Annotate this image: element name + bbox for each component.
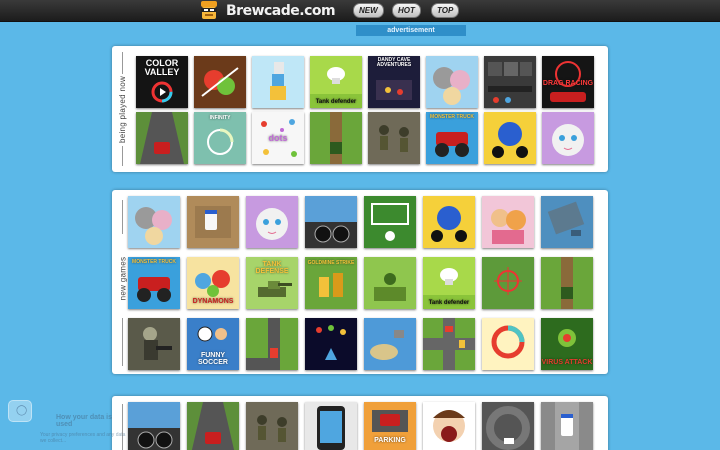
game-tile-caption: Tank defender <box>428 300 470 306</box>
game-tile-color-valley[interactable]: COLOR VALLEY <box>136 56 188 108</box>
site-logo[interactable]: Brewcade.com <box>198 0 336 22</box>
cookie-message: How your data is used Your privacy prefe… <box>40 414 128 448</box>
game-tile-dots-game[interactable]: dots <box>252 112 304 164</box>
game-tile-block-puzzle[interactable] <box>484 56 536 108</box>
side-divider <box>122 318 123 366</box>
game-tile-caption: Tank defender <box>315 99 357 105</box>
game-tile-traffic-control[interactable] <box>423 318 475 370</box>
game-tile-caption: GOLDMINE STRIKE <box>307 260 355 266</box>
game-tile-caption: VIRUS ATTACK <box>541 359 593 366</box>
game-tile-fruit-slice[interactable] <box>194 56 246 108</box>
game-tile-rooftop[interactable] <box>541 196 593 248</box>
game-tile-tank-field[interactable] <box>541 257 593 309</box>
game-tile-soldiers[interactable] <box>246 402 298 450</box>
game-tile-road-turn[interactable] <box>246 318 298 370</box>
logo-icon <box>198 0 220 22</box>
game-tile-caption: COLOR VALLEY <box>144 58 180 77</box>
side-divider <box>122 146 123 166</box>
site-name: Brewcade.com <box>226 3 336 19</box>
game-tile-island-war[interactable] <box>364 318 416 370</box>
game-tile-caption: MONSTER TRUCK <box>430 114 474 120</box>
game-tile-monster-truck[interactable]: MONSTER TRUCK <box>128 257 180 309</box>
game-tile-sniper-field[interactable] <box>482 257 534 309</box>
game-tile-tank-defender[interactable]: Tank defender <box>310 56 362 108</box>
game-tile-car-dashboard[interactable] <box>305 196 357 248</box>
game-tile-funny-soccer[interactable]: FUNNY SOCCER <box>187 318 239 370</box>
game-tile-drag-racing[interactable]: DRAG RACING <box>542 56 594 108</box>
game-tile-caption: DYNAMONS <box>192 298 234 305</box>
game-tile-monster-truck[interactable]: MONSTER TRUCK <box>426 112 478 164</box>
game-tile-caption: DRAG RACING <box>542 80 594 87</box>
cookie-text: Your privacy preferences and any data we… <box>40 432 126 444</box>
game-tile-virus-attack[interactable]: VIRUS ATTACK <box>541 318 593 370</box>
game-tile-space-shooter[interactable] <box>305 318 357 370</box>
game-tile-tank-field[interactable] <box>310 112 362 164</box>
game-tile-drift-car[interactable] <box>482 402 534 450</box>
game-tile-car-parking[interactable]: PARKING <box>364 402 416 450</box>
game-tile-highway-racer[interactable] <box>187 402 239 450</box>
game-tile-tank-defense[interactable]: TANK DEFENSE <box>246 257 298 309</box>
top-bar: Brewcade.com NEW HOT TOP <box>0 0 720 22</box>
game-tile-angela-cat[interactable] <box>542 112 594 164</box>
advertisement-label[interactable]: advertisement <box>356 25 466 36</box>
game-tile-dandy-cave-adventures[interactable]: DANDY CAVE ADVENTURES <box>368 56 420 108</box>
game-tile-tower-blocks[interactable] <box>252 56 304 108</box>
game-tile-caption: FUNNY SOCCER <box>198 352 228 366</box>
game-tile-caption: TANK DEFENSE <box>255 261 289 275</box>
game-tile-caption: INFINITY <box>209 115 231 121</box>
section-label: being played now <box>118 75 128 143</box>
game-tile-talking-cat-family[interactable] <box>128 196 180 248</box>
nav-top-button[interactable]: TOP <box>431 3 460 18</box>
game-tile-army-men[interactable] <box>364 257 416 309</box>
game-tile-talking-cat-family[interactable] <box>426 56 478 108</box>
side-divider <box>122 200 123 234</box>
game-tile-dentist-girl[interactable] <box>423 402 475 450</box>
game-tile-caption: MONSTER TRUCK <box>132 259 176 265</box>
game-tile-police-cars[interactable] <box>187 196 239 248</box>
game-tile-kids-dressup[interactable] <box>482 196 534 248</box>
nav-hot-button[interactable]: HOT <box>392 3 421 18</box>
game-tile-dynamons[interactable]: DYNAMONS <box>187 257 239 309</box>
game-tile-color-circle[interactable] <box>482 318 534 370</box>
game-tile-caption: PARKING <box>374 437 406 444</box>
game-tile-soccer-goal[interactable] <box>364 196 416 248</box>
game-tile-phone-screen[interactable] <box>305 402 357 450</box>
side-divider <box>122 52 123 74</box>
game-tile-goldmine-strike[interactable]: GOLDMINE STRIKE <box>305 257 357 309</box>
game-tile-caption: dots <box>268 133 288 143</box>
privacy-shield-icon[interactable]: ◯ <box>8 400 32 422</box>
game-tile-caption: DANDY CAVE ADVENTURES <box>376 57 412 68</box>
game-tile-police-topdown[interactable] <box>541 402 593 450</box>
game-tile-moto-rider[interactable] <box>423 196 475 248</box>
cookie-consent-popup[interactable]: ◯ How your data is used Your privacy pre… <box>0 396 130 450</box>
game-tile-tank-defender[interactable]: Tank defender <box>423 257 475 309</box>
game-tile-soldiers[interactable] <box>368 112 420 164</box>
game-tile-zombie-shooter[interactable] <box>128 318 180 370</box>
game-tile-highway-racer[interactable] <box>136 112 188 164</box>
game-tile-angela-cat[interactable] <box>246 196 298 248</box>
cookie-title: How your data is used <box>56 414 113 428</box>
game-tile-car-dashboard[interactable] <box>128 402 180 450</box>
nav-new-button[interactable]: NEW <box>353 3 384 18</box>
game-tile-moto-rider[interactable] <box>484 112 536 164</box>
game-tile-infinity-circle[interactable]: INFINITY <box>194 112 246 164</box>
